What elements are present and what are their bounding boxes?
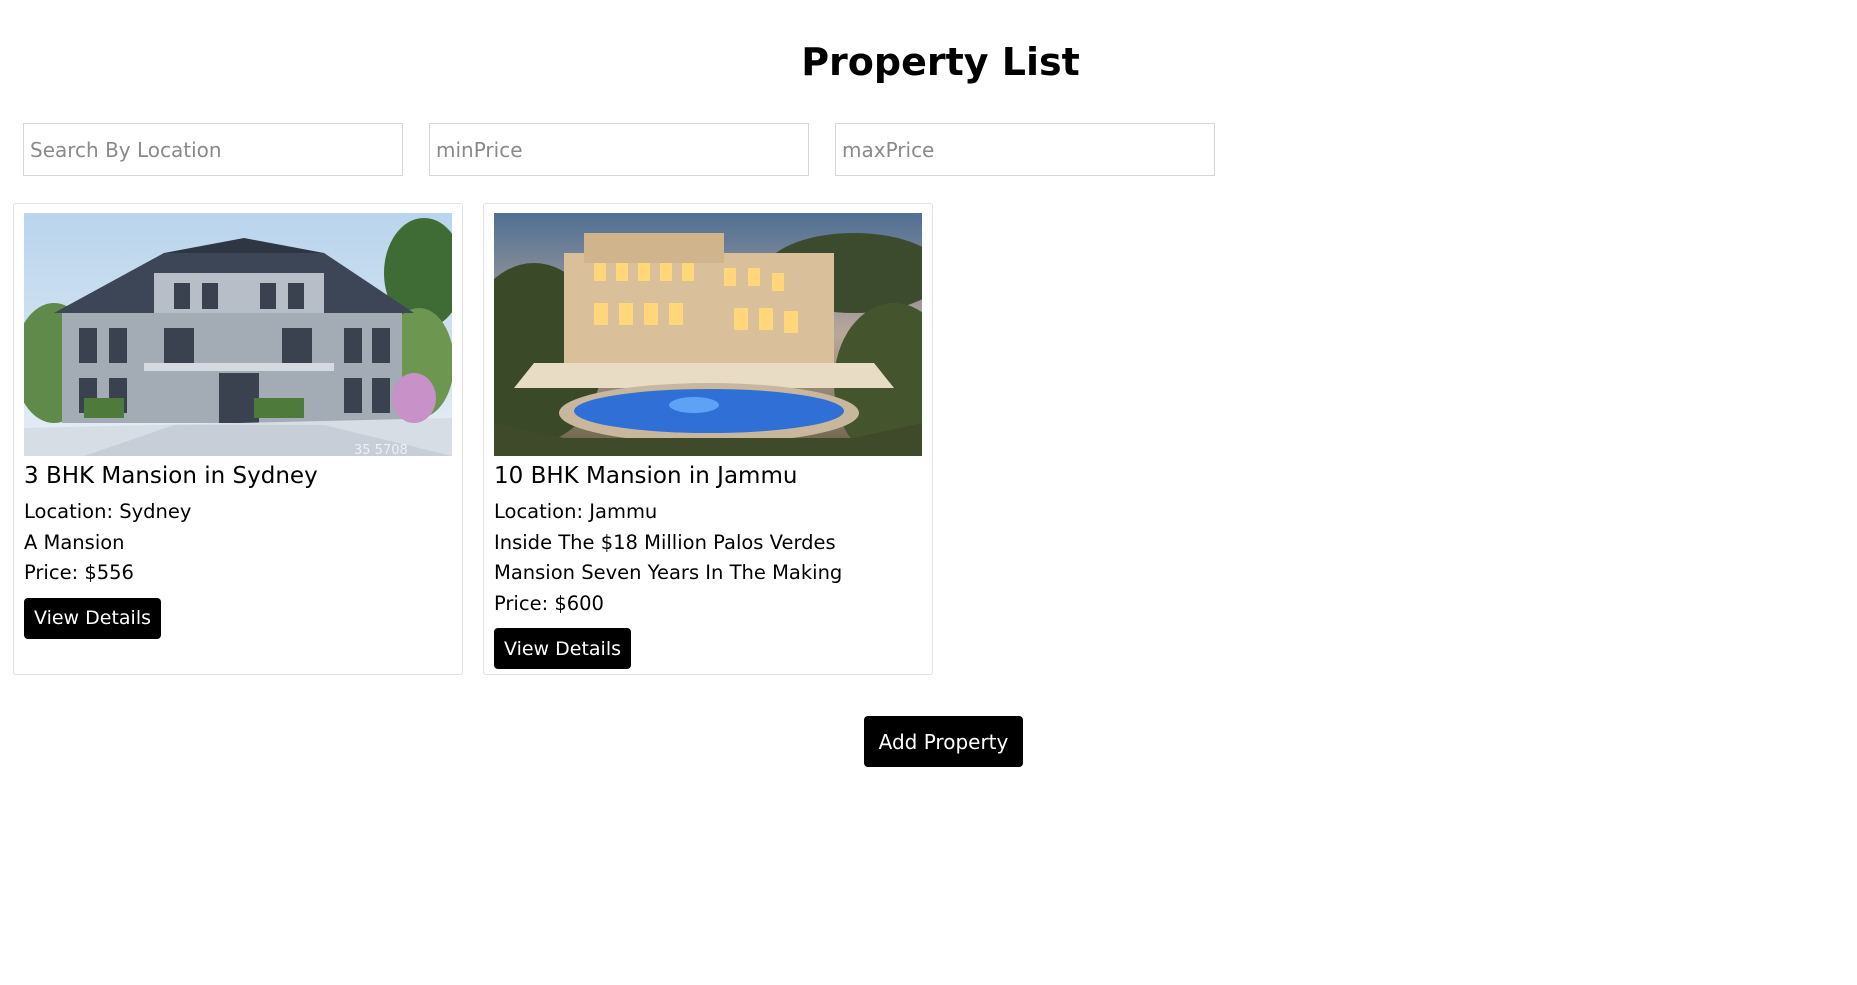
property-image-jammu bbox=[494, 213, 922, 456]
view-details-button[interactable]: View Details bbox=[24, 597, 161, 639]
property-title: 3 BHK Mansion in Sydney bbox=[24, 463, 318, 489]
view-details-button[interactable]: View Details bbox=[494, 628, 631, 669]
property-image-sydney: 35 5708 bbox=[24, 213, 452, 456]
location-search-input[interactable] bbox=[23, 123, 403, 176]
property-location: Location: Sydney bbox=[24, 500, 192, 523]
property-title: 10 BHK Mansion in Jammu bbox=[494, 463, 798, 489]
max-price-input[interactable] bbox=[835, 123, 1215, 176]
min-price-input[interactable] bbox=[429, 123, 809, 176]
image-watermark: 35 5708 bbox=[354, 443, 408, 456]
page-title: Property List bbox=[801, 40, 1080, 84]
add-property-button[interactable]: Add Property bbox=[864, 716, 1023, 767]
filter-bar bbox=[23, 123, 1215, 176]
property-location: Location: Jammu bbox=[494, 500, 658, 523]
property-card: 10 BHK Mansion in Jammu Location: Jammu … bbox=[483, 203, 933, 675]
property-description: Inside The $18 Million Palos Verdes Mans… bbox=[494, 530, 843, 585]
property-description: A Mansion bbox=[24, 530, 125, 554]
property-price: Price: $556 bbox=[24, 561, 134, 584]
property-price: Price: $600 bbox=[494, 591, 604, 615]
property-card: 35 5708 3 BHK Mansion in Sydney Location… bbox=[13, 203, 463, 675]
property-card-list: 35 5708 3 BHK Mansion in Sydney Location… bbox=[13, 203, 933, 675]
property-list-page: Property List Search By Location minPric… bbox=[0, 0, 1857, 985]
